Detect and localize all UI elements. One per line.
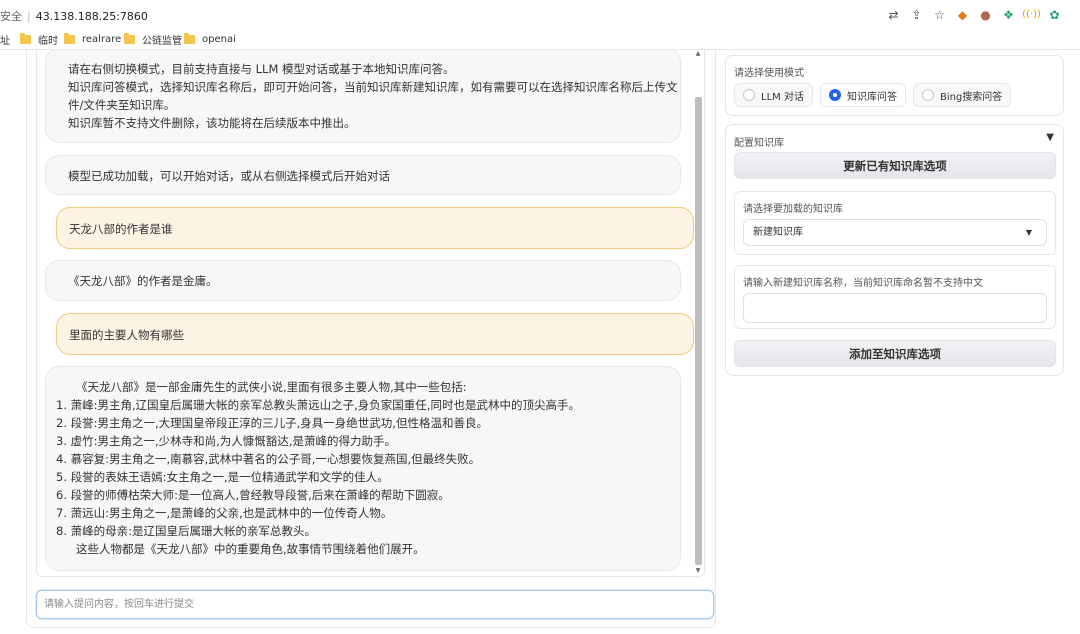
user-message: 里面的主要人物有哪些 [56, 313, 694, 355]
mode-radio-group: LLM 对话 知识库问答 Bing搜索问答 [734, 83, 1012, 107]
kb-accordion-title[interactable]: 配置知识库 [734, 134, 784, 149]
folder-icon [64, 33, 75, 44]
kb-select-label: 请选择要加载的知识库 [743, 204, 843, 215]
mode-option-llm[interactable]: LLM 对话 [734, 83, 813, 107]
scroll-down-icon[interactable]: ▼ [694, 567, 702, 575]
kb-name-field[interactable] [743, 293, 1047, 323]
bot-message: 《天龙八部》的作者是金庸。 [45, 260, 681, 301]
chat-scrollbar[interactable]: ▲ ▼ [694, 50, 702, 576]
scroll-thumb[interactable] [695, 97, 702, 565]
caret-down-icon[interactable]: ▼ [1026, 220, 1032, 246]
radio-icon[interactable] [743, 89, 755, 101]
bookmark-folder-realrare[interactable]: realrare [64, 33, 121, 45]
url-text[interactable]: 43.138.188.25:7860 [36, 10, 148, 23]
bookmark-folder-gonglian[interactable]: 公链监管 [124, 32, 182, 47]
kb-select-value: 新建知识库 [753, 227, 803, 238]
folder-icon [124, 33, 135, 44]
kb-config-panel: 配置知识库 ▼ 更新已有知识库选项 请选择要加载的知识库 新建知识库 ▼ 请输入… [725, 124, 1064, 376]
mode-panel: 请选择使用模式 LLM 对话 知识库问答 Bing搜索问答 [725, 55, 1064, 116]
kb-select-dropdown[interactable]: 新建知识库 ▼ [743, 219, 1047, 246]
mode-option-kb[interactable]: 知识库问答 [819, 83, 906, 107]
chat-panel: 请在右侧切换模式，目前支持直接与 LLM 模型对话或基于本地知识库问答。 知识库… [26, 50, 716, 628]
kb-name-label: 请输入新建知识库名称，当前知识库命名暂不支持中文 [743, 278, 983, 289]
star-icon[interactable]: ☆ [928, 7, 951, 23]
browser-toolbar-icons: ⇄ ⇪ ☆ ◆ ● ❖ ((·)) ✿ [882, 7, 1066, 23]
refresh-kb-button[interactable]: 更新已有知识库选项 [734, 152, 1056, 179]
broadcast-icon[interactable]: ((·)) [1020, 7, 1043, 23]
question-input-box[interactable] [36, 590, 714, 619]
kb-name-box: 请输入新建知识库名称，当前知识库命名暂不支持中文 [734, 265, 1056, 329]
share-icon[interactable]: ⇪ [905, 7, 928, 23]
bookmark-folder-openai[interactable]: openai [184, 33, 236, 45]
translate-icon[interactable]: ⇄ [882, 7, 905, 23]
bot-message: 请在右侧切换模式，目前支持直接与 LLM 模型对话或基于本地知识库问答。 知识库… [45, 50, 681, 143]
mode-label: 请选择使用模式 [734, 68, 804, 79]
chatgpt-icon[interactable]: ✿ [1043, 7, 1066, 23]
address-bar[interactable]: 安全 | 43.138.188.25:7860 ⇄ ⇪ ☆ ◆ ● ❖ ((·)) … [0, 0, 1080, 30]
eco-icon[interactable]: ❖ [997, 7, 1020, 23]
question-input[interactable] [37, 591, 713, 618]
folder-icon [20, 33, 31, 44]
bookmarks-bar: 址 临时 realrare 公链监管 openai [0, 30, 1080, 50]
kb-select-box: 请选择要加载的知识库 新建知识库 ▼ [734, 191, 1056, 255]
bot-message: 《天龙八部》是一部金庸先生的武侠小说,里面有很多主要人物,其中一些包括: 1. … [45, 366, 681, 571]
user-message: 天龙八部的作者是谁 [56, 207, 694, 249]
bookmark-item[interactable]: 址 [0, 32, 10, 47]
kb-name-input[interactable] [744, 294, 1046, 322]
radio-icon[interactable] [921, 89, 934, 101]
chatbot-window[interactable]: 请在右侧切换模式，目前支持直接与 LLM 模型对话或基于本地知识库问答。 知识库… [36, 50, 705, 577]
url-display[interactable]: 安全 | 43.138.188.25:7860 [0, 8, 148, 24]
scroll-up-icon[interactable]: ▲ [694, 50, 702, 58]
bot-message: 模型已成功加载，可以开始对话，或从右侧选择模式后开始对话 [45, 155, 681, 195]
add-kb-button[interactable]: 添加至知识库选项 [734, 340, 1056, 367]
folder-icon [184, 33, 195, 44]
mode-option-bing[interactable]: Bing搜索问答 [912, 83, 1012, 107]
collapse-arrow-icon[interactable]: ▼ [1046, 132, 1054, 143]
radio-selected-icon[interactable] [828, 89, 841, 101]
bookmark-folder-linshi[interactable]: 临时 [20, 32, 58, 47]
metamask-icon[interactable]: ◆ [951, 7, 974, 23]
security-label: 安全 [0, 10, 22, 23]
puzzle-icon[interactable]: ● [974, 7, 997, 23]
